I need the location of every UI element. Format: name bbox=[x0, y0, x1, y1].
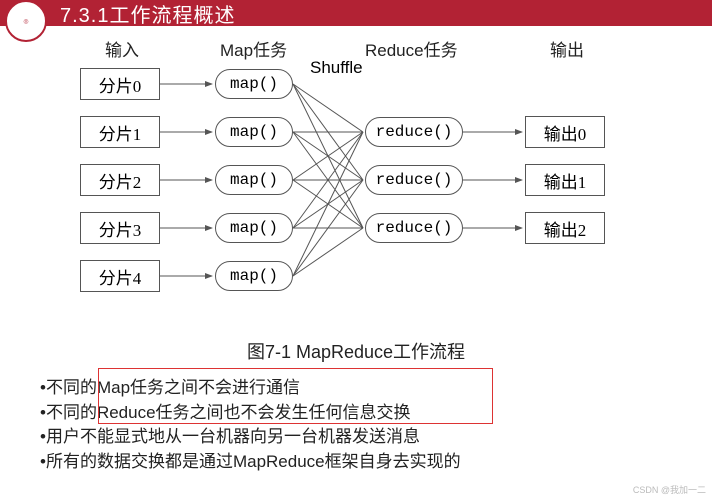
input-shard-4: 分片4 bbox=[80, 260, 160, 292]
col-head-output: 输出 bbox=[550, 36, 584, 61]
bullet-0: •不同的Map任务之间不会进行通信 bbox=[40, 376, 672, 401]
col-head-reduce: Reduce任务 bbox=[365, 36, 458, 61]
output-2: 输出2 bbox=[525, 212, 605, 244]
input-shard-3: 分片3 bbox=[80, 212, 160, 244]
col-head-map: Map任务 bbox=[220, 36, 287, 61]
input-shard-2: 分片2 bbox=[80, 164, 160, 196]
bullet-1: •不同的Reduce任务之间也不会发生任何信息交换 bbox=[40, 401, 672, 426]
bullet-3: •所有的数据交换都是通过MapReduce框架自身去实现的 bbox=[40, 450, 672, 475]
output-0: 输出0 bbox=[525, 116, 605, 148]
shuffle-label: Shuffle bbox=[310, 58, 363, 78]
map-task-4: map() bbox=[215, 261, 293, 291]
watermark: CSDN @我加一二 bbox=[633, 483, 706, 496]
reduce-task-0: reduce() bbox=[365, 117, 463, 147]
input-shard-0: 分片0 bbox=[80, 68, 160, 100]
input-shard-1: 分片1 bbox=[80, 116, 160, 148]
map-task-2: map() bbox=[215, 165, 293, 195]
output-1: 输出1 bbox=[525, 164, 605, 196]
slide-header: 7.3.1工作流程概述 bbox=[0, 0, 712, 26]
reduce-task-2: reduce() bbox=[365, 213, 463, 243]
figure-caption: 图7-1 MapReduce工作流程 bbox=[0, 338, 712, 364]
bullet-2: •用户不能显式地从一台机器向另一台机器发送消息 bbox=[40, 425, 672, 450]
mapreduce-diagram: 输入 Map任务 Reduce任务 输出 Shuffle 分片0 分片1 分片2… bbox=[60, 36, 652, 336]
map-task-3: map() bbox=[215, 213, 293, 243]
university-seal-logo: ◎ bbox=[5, 0, 47, 42]
reduce-task-1: reduce() bbox=[365, 165, 463, 195]
slide-title: 7.3.1工作流程概述 bbox=[60, 0, 235, 28]
map-task-1: map() bbox=[215, 117, 293, 147]
map-task-0: map() bbox=[215, 69, 293, 99]
col-head-input: 输入 bbox=[105, 36, 139, 61]
bullet-list: •不同的Map任务之间不会进行通信 •不同的Reduce任务之间也不会发生任何信… bbox=[40, 376, 672, 475]
